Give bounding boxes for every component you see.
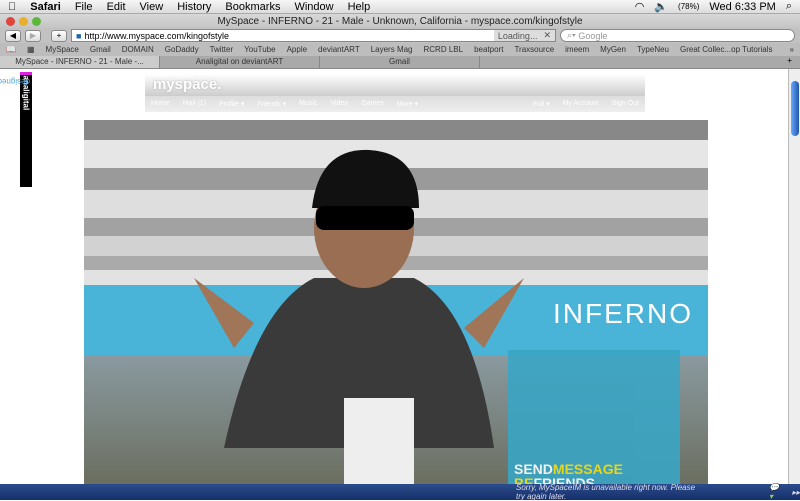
bookmark[interactable]: beatport bbox=[474, 45, 503, 54]
clock[interactable]: Wed 6:33 PM bbox=[709, 1, 775, 13]
tab-deviantart[interactable]: Analigital on deviantART bbox=[160, 56, 320, 68]
menu-view[interactable]: View bbox=[140, 1, 164, 13]
nav-my-account[interactable]: My Account bbox=[563, 100, 599, 108]
nav-sign-out[interactable]: Sign Out bbox=[612, 100, 639, 108]
tab-myspace[interactable]: MySpace - INFERNO - 21 - Male -... bbox=[0, 56, 160, 68]
nav-friends[interactable]: Friends ▾ bbox=[257, 100, 286, 108]
bookmark[interactable]: Twitter bbox=[210, 45, 234, 54]
stop-icon[interactable]: ✕ bbox=[543, 30, 551, 41]
nav-video[interactable]: Video bbox=[330, 100, 348, 108]
bookmark[interactable]: deviantART bbox=[318, 45, 360, 54]
battery-level[interactable]: (78%) bbox=[678, 2, 699, 11]
contact-panel: SENDMESSAGE BEFRIENDS bbox=[508, 350, 680, 484]
menu-history[interactable]: History bbox=[177, 1, 211, 13]
menu-edit[interactable]: Edit bbox=[107, 1, 126, 13]
myspace-logo[interactable]: myspace. bbox=[145, 74, 645, 96]
vertical-scrollbar[interactable] bbox=[788, 69, 800, 484]
more-bookmarks-icon[interactable]: » bbox=[790, 45, 794, 54]
bookmark[interactable]: MyGen bbox=[600, 45, 626, 54]
title-bar: MySpace - INFERNO - 21 - Male - Unknown,… bbox=[0, 14, 800, 28]
tab-gmail[interactable]: Gmail bbox=[320, 56, 480, 68]
loading-indicator: Loading... ✕ bbox=[493, 30, 555, 41]
bookmark[interactable]: YouTube bbox=[244, 45, 275, 54]
forward-button[interactable]: ▶ bbox=[25, 29, 41, 42]
back-button[interactable]: ◀ bbox=[5, 29, 21, 42]
volume-icon[interactable]: 🔈 bbox=[654, 0, 668, 13]
tab-bar: MySpace - INFERNO - 21 - Male -... Anali… bbox=[0, 56, 800, 69]
wifi-icon[interactable]: ◠ bbox=[635, 0, 645, 13]
myspaceim-bar: Sorry, MySpaceIM is unavailable right no… bbox=[0, 483, 800, 501]
bookmark[interactable]: Great Collec...op Tutorials bbox=[680, 45, 772, 54]
bookmark[interactable]: DOMAIN bbox=[122, 45, 154, 54]
nav-games[interactable]: Games bbox=[361, 100, 384, 108]
nav-profile[interactable]: Profile ▾ bbox=[219, 100, 244, 108]
nav-full[interactable]: Full ▾ bbox=[533, 100, 550, 108]
menu-help[interactable]: Help bbox=[348, 1, 371, 13]
top-sites-icon[interactable]: ▦ bbox=[27, 45, 35, 54]
bookmark[interactable]: TypeNeu bbox=[637, 45, 669, 54]
toolbar: ◀ ▶ + ■ http://www.myspace.com/kingofsty… bbox=[0, 28, 800, 43]
myspace-header: myspace. Home Mail (1) Profile ▾ Friends… bbox=[145, 74, 645, 114]
profile-banner: INFERNO SENDMESSAGE BEFRIENDS bbox=[84, 120, 708, 484]
menu-app[interactable]: Safari bbox=[30, 1, 61, 13]
im-expand-icon[interactable]: ▸▸ bbox=[792, 488, 800, 497]
bookmark[interactable]: Layers Mag bbox=[371, 45, 413, 54]
bookmark[interactable]: imeem bbox=[565, 45, 589, 54]
bookmark[interactable]: Apple bbox=[287, 45, 307, 54]
address-bar[interactable]: ■ http://www.myspace.com/kingofstyle Loa… bbox=[71, 29, 556, 42]
page-content: designed by: analigital myspace. Home Ma… bbox=[0, 69, 788, 484]
reading-list-icon[interactable]: 📖 bbox=[6, 45, 16, 54]
inferno-logo: INFERNO bbox=[553, 298, 693, 329]
scrollbar-thumb[interactable] bbox=[791, 81, 799, 136]
url-text[interactable]: http://www.myspace.com/kingofstyle bbox=[84, 31, 229, 41]
send-message-link[interactable]: SENDMESSAGE bbox=[514, 462, 623, 476]
nav-mail[interactable]: Mail (1) bbox=[183, 100, 206, 108]
search-placeholder: Google bbox=[578, 30, 608, 41]
badge-label: designed by: bbox=[0, 77, 30, 86]
nav-music[interactable]: Music bbox=[299, 100, 317, 108]
nav-home[interactable]: Home bbox=[151, 100, 170, 108]
myspace-favicon-icon: ■ bbox=[76, 30, 82, 41]
menu-window[interactable]: Window bbox=[294, 1, 333, 13]
loading-text: Loading... bbox=[497, 30, 538, 41]
menu-file[interactable]: File bbox=[75, 1, 93, 13]
search-field[interactable]: ⌕▾ Google bbox=[560, 29, 795, 42]
im-chat-icon[interactable]: 💬▾ bbox=[769, 483, 780, 501]
bookmark[interactable]: Traxsource bbox=[514, 45, 554, 54]
bookmark[interactable]: MySpace bbox=[46, 45, 79, 54]
add-bookmark-button[interactable]: + bbox=[51, 29, 67, 42]
window-title: MySpace - INFERNO - 21 - Male - Unknown,… bbox=[217, 15, 583, 27]
apple-icon[interactable]:  bbox=[8, 1, 16, 13]
myspace-nav: Home Mail (1) Profile ▾ Friends ▾ Music … bbox=[145, 96, 645, 112]
person-photo bbox=[194, 149, 524, 484]
search-icon: ⌕▾ bbox=[567, 30, 579, 40]
nav-more[interactable]: More ▾ bbox=[397, 100, 418, 108]
spotlight-icon[interactable]: ⌕ bbox=[786, 0, 792, 13]
new-tab-icon[interactable]: + bbox=[787, 56, 800, 68]
im-status-text: Sorry, MySpaceIM is unavailable right no… bbox=[516, 483, 696, 501]
designer-badge[interactable]: designed by: analigital bbox=[0, 72, 32, 187]
menu-bar:  Safari File Edit View History Bookmark… bbox=[0, 0, 800, 14]
menu-bookmarks[interactable]: Bookmarks bbox=[225, 1, 280, 13]
bookmark[interactable]: GoDaddy bbox=[165, 45, 199, 54]
bookmark[interactable]: Gmail bbox=[90, 45, 111, 54]
bookmark[interactable]: RCRD LBL bbox=[424, 45, 464, 54]
bookmarks-bar: 📖 ▦ MySpace Gmail DOMAIN GoDaddy Twitter… bbox=[0, 43, 800, 56]
